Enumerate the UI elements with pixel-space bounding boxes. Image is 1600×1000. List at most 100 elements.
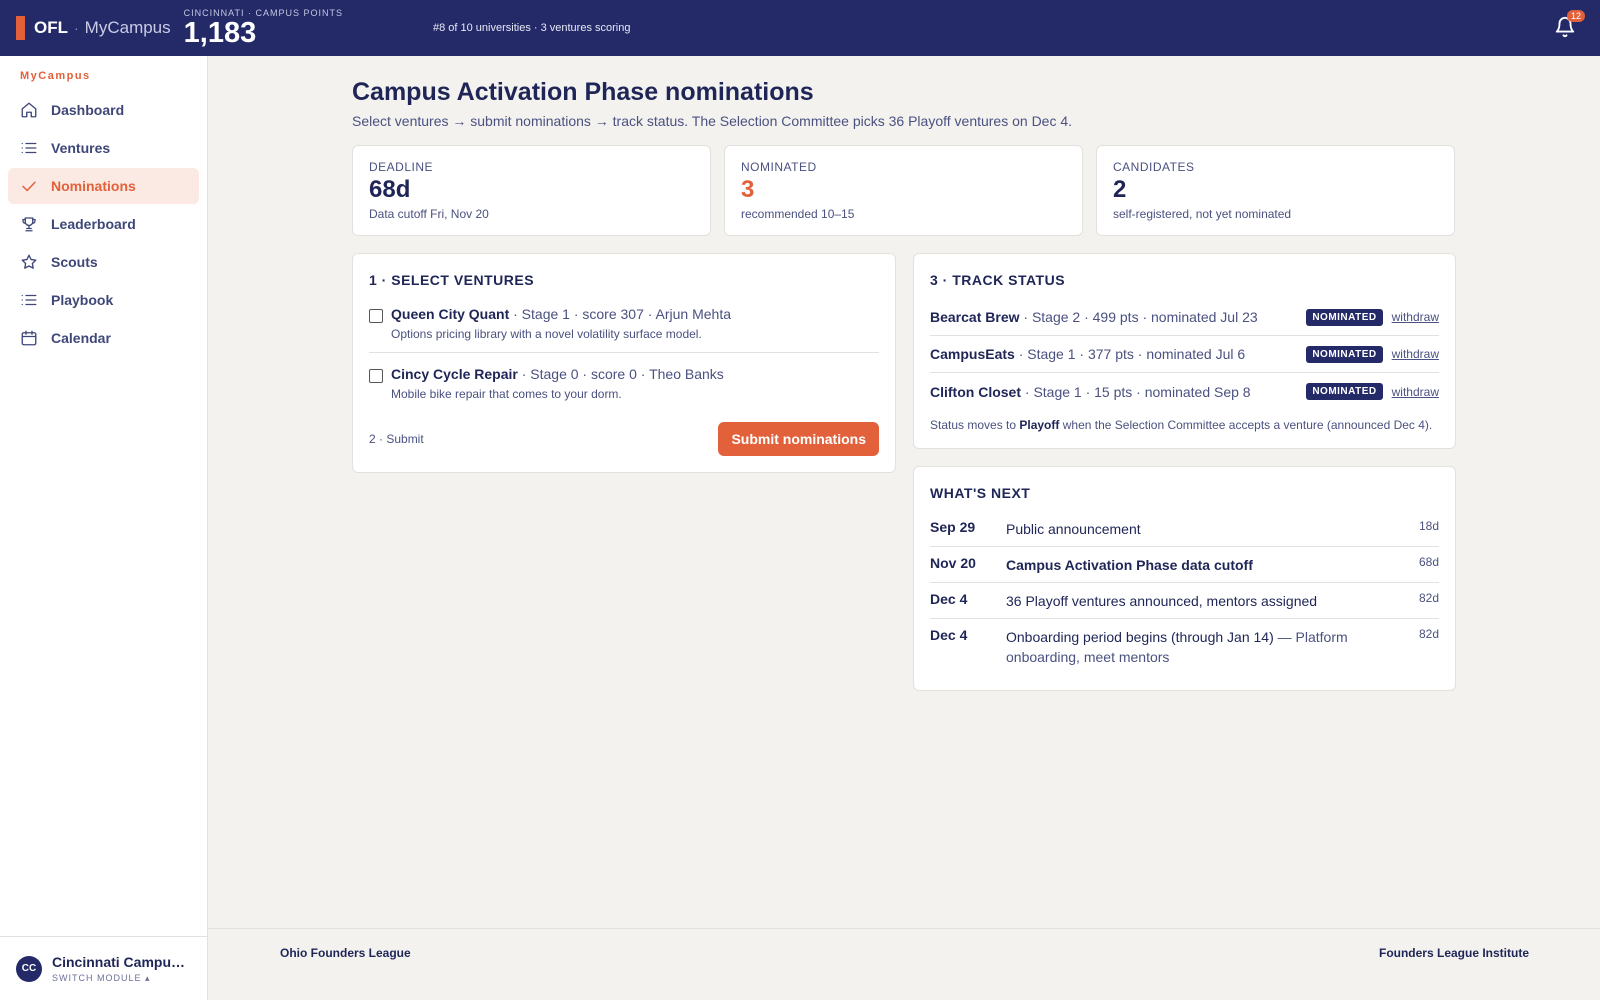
event-days-left: 68d	[1418, 555, 1439, 569]
venture-checkbox[interactable]	[369, 369, 383, 383]
avatar: CC	[16, 955, 42, 982]
sidebar: MyCampus Dashboard Ventures Nominations …	[0, 56, 208, 1000]
stat-card-candidates: CANDIDATES 2 self-registered, not yet no…	[1096, 145, 1455, 236]
venture-line: Queen City Quant · Stage 1 · score 307 ·…	[391, 306, 731, 322]
stat-card-deadline: DEADLINE 68d Data cutoff Fri, Nov 20	[352, 145, 711, 236]
event-date: Dec 4	[930, 627, 968, 643]
status-note: Status moves to Playoff when the Selecti…	[930, 418, 1439, 432]
event-date: Nov 20	[930, 555, 976, 571]
list-icon	[21, 294, 37, 306]
venture-name: Cincy Cycle Repair	[391, 366, 518, 382]
sidebar-item-nominations[interactable]: Nominations	[8, 168, 199, 204]
sidebar-item-label: Nominations	[51, 178, 136, 194]
withdraw-link[interactable]: withdraw	[1392, 310, 1439, 324]
sidebar-item-label: Leaderboard	[51, 216, 136, 232]
list-item: Clifton Closet · Stage 1 · 15 pts · nomi…	[930, 373, 1439, 410]
top-bar: OFL · MyCampus CINCINNATI · CAMPUS POINT…	[0, 0, 1600, 56]
sidebar-item-label: Playbook	[51, 292, 114, 308]
event-title: Public announcement	[1006, 521, 1141, 537]
venture-description: Options pricing library with a novel vol…	[391, 327, 702, 341]
brand-separator: ·	[74, 20, 79, 36]
timeline-list: Sep 29 Public announcement 18d Nov 20 Ca…	[930, 511, 1439, 674]
module-switcher[interactable]: CC Cincinnati Campus … SWITCH MODULE ▴	[0, 936, 207, 1000]
stats-row: DEADLINE 68d Data cutoff Fri, Nov 20 NOM…	[352, 145, 1456, 236]
card-title: WHAT'S NEXT	[930, 485, 1031, 501]
stat-note: self-registered, not yet nominated	[1113, 207, 1292, 221]
brand[interactable]: OFL · MyCampus	[16, 16, 171, 40]
venture-info: Cincy Cycle Repair · Stage 0 · score 0 ·…	[391, 366, 724, 401]
venture-checkbox[interactable]	[369, 309, 383, 323]
stat-card-nominated: NOMINATED 3 recommended 10–15	[724, 145, 1083, 236]
campus-name: Cincinnati Campus …	[52, 953, 192, 970]
list-item: Dec 4 Onboarding period begins (through …	[930, 619, 1439, 674]
module-switcher-text: Cincinnati Campus … SWITCH MODULE ▴	[52, 954, 192, 984]
home-icon	[21, 102, 37, 118]
event-date: Sep 29	[930, 519, 976, 535]
campus-points: CINCINNATI · CAMPUS POINTS 1,183	[184, 8, 343, 48]
track-status-card: 3 · TRACK STATUS Bearcat Brew · Stage 2 …	[913, 253, 1456, 449]
footer-institute-name: Founders League Institute	[1378, 946, 1529, 960]
event-date: Dec 4	[930, 591, 968, 607]
event-text: 36 Playoff ventures announced, mentors a…	[1006, 591, 1399, 611]
status-actions: NOMINATED withdraw	[1306, 345, 1439, 363]
list-item: Dec 4 36 Playoff ventures announced, men…	[930, 583, 1439, 619]
rank-text: #8 of 10 universities · 3 ventures scori…	[432, 22, 631, 34]
sidebar-item-calendar[interactable]: Calendar	[8, 320, 199, 356]
sidebar-item-scouts[interactable]: Scouts	[8, 244, 199, 280]
check-icon	[22, 181, 36, 192]
sidebar-section-label: MyCampus	[20, 70, 91, 82]
venture-description: Mobile bike repair that comes to your do…	[391, 387, 622, 401]
status-note-before: Status moves to	[930, 418, 1020, 432]
venture-name: CampusEats	[930, 346, 1015, 362]
withdraw-link[interactable]: withdraw	[1392, 385, 1439, 399]
sidebar-item-label: Scouts	[51, 254, 98, 270]
page-title: Campus Activation Phase nominations	[352, 78, 814, 106]
content-columns: 1 · SELECT VENTURES Queen City Quant · S…	[352, 253, 1456, 691]
stat-label: NOMINATED	[741, 160, 817, 174]
points-value: 1,183	[183, 17, 257, 49]
main-content: Campus Activation Phase nominations Sele…	[352, 56, 1456, 691]
list-item: CampusEats · Stage 1 · 377 pts · nominat…	[930, 336, 1439, 373]
venture-line: Cincy Cycle Repair · Stage 0 · score 0 ·…	[391, 366, 724, 382]
sidebar-item-playbook[interactable]: Playbook	[8, 282, 199, 318]
stat-note: recommended 10–15	[741, 207, 855, 221]
list-item: Cincy Cycle Repair · Stage 0 · score 0 ·…	[369, 352, 879, 412]
list-item: Queen City Quant · Stage 1 · score 307 ·…	[369, 293, 879, 352]
sidebar-item-label: Ventures	[51, 140, 111, 156]
notifications-button[interactable]: 12	[1554, 10, 1586, 40]
footer-org-name: Ohio Founders League	[280, 946, 411, 960]
status-note-after: when the Selection Committee accepts a v…	[1059, 418, 1433, 432]
app-name: MyCampus	[84, 18, 171, 37]
stat-value: 2	[1113, 176, 1127, 203]
whats-next-card: WHAT'S NEXT Sep 29 Public announcement 1…	[913, 466, 1456, 691]
stat-label: DEADLINE	[369, 160, 434, 174]
status-badge: NOMINATED	[1306, 308, 1383, 326]
list-item: Bearcat Brew · Stage 2 · 499 pts · nomin…	[930, 299, 1439, 336]
venture-meta: · Stage 1 · 377 pts · nominated Jul 6	[1014, 346, 1246, 362]
venture-meta: · Stage 2 · 499 pts · nominated Jul 23	[1019, 309, 1258, 325]
status-badge: NOMINATED	[1306, 383, 1383, 400]
star-icon	[21, 254, 37, 269]
venture-name: Bearcat Brew	[930, 309, 1020, 325]
venture-name: Clifton Closet	[930, 383, 1021, 400]
sidebar-item-leaderboard[interactable]: Leaderboard	[8, 206, 199, 242]
sidebar-nav: Dashboard Ventures Nominations Leaderboa…	[0, 92, 207, 356]
status-badge: NOMINATED	[1306, 345, 1383, 363]
submit-step-label: 2 · Submit	[369, 432, 424, 446]
status-actions: NOMINATED withdraw	[1306, 308, 1439, 326]
stat-note: Data cutoff Fri, Nov 20	[369, 207, 489, 221]
sidebar-item-ventures[interactable]: Ventures	[8, 130, 199, 166]
status-list: Bearcat Brew · Stage 2 · 499 pts · nomin…	[930, 299, 1439, 410]
submit-nominations-button[interactable]: Submit nominations	[718, 422, 879, 456]
event-title: Onboarding period begins (through Jan 14…	[1006, 629, 1274, 645]
status-text: CampusEats · Stage 1 · 377 pts · nominat…	[930, 346, 1245, 362]
brand-mark	[16, 16, 25, 40]
event-days-left: 18d	[1418, 519, 1439, 533]
right-column: 3 · TRACK STATUS Bearcat Brew · Stage 2 …	[913, 253, 1456, 691]
venture-name: Queen City Quant	[391, 306, 510, 322]
venture-list: Queen City Quant · Stage 1 · score 307 ·…	[369, 293, 879, 412]
event-text: Public announcement	[1006, 519, 1399, 539]
withdraw-link[interactable]: withdraw	[1392, 347, 1439, 361]
sidebar-item-dashboard[interactable]: Dashboard	[8, 92, 199, 128]
sidebar-item-label: Calendar	[51, 330, 111, 346]
